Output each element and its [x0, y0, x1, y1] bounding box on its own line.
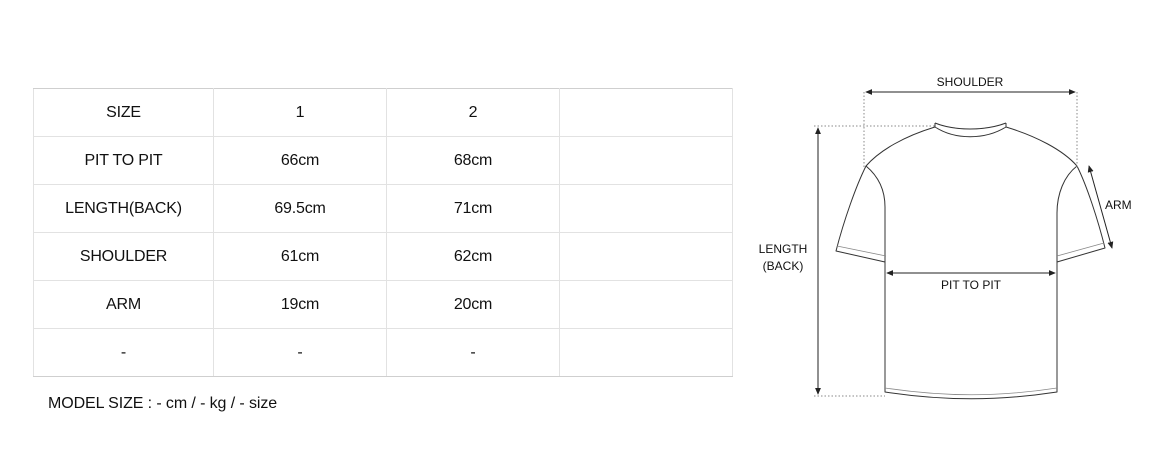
table-row: - - - [33, 328, 733, 377]
table-cell: 20cm [386, 280, 560, 329]
table-cell: 66cm [213, 136, 387, 185]
table-cell [559, 280, 733, 329]
table-cell: LENGTH(BACK) [33, 184, 214, 233]
table-cell [559, 136, 733, 185]
tshirt-measurement-diagram: SHOULDER ARM LENGTH (BACK) PIT TO PIT [759, 75, 1132, 400]
table-cell: 71cm [386, 184, 560, 233]
length-label: LENGTH [759, 242, 808, 256]
table-cell: 2 [386, 88, 560, 137]
table-row: ARM 19cm 20cm [33, 280, 733, 329]
table-cell: ARM [33, 280, 214, 329]
table-row: SHOULDER 61cm 62cm [33, 232, 733, 281]
table-row: PIT TO PIT 66cm 68cm [33, 136, 733, 185]
table-cell: 19cm [213, 280, 387, 329]
pit-to-pit-label: PIT TO PIT [941, 278, 1002, 292]
table-cell: SHOULDER [33, 232, 214, 281]
table-cell: 62cm [386, 232, 560, 281]
table-row: SIZE 1 2 [33, 88, 733, 137]
table-cell [559, 232, 733, 281]
table-cell: - [213, 328, 387, 377]
table-cell [559, 328, 733, 377]
table-cell: SIZE [33, 88, 214, 137]
table-cell: PIT TO PIT [33, 136, 214, 185]
hem-lines [836, 242, 1105, 396]
table-cell: 69.5cm [213, 184, 387, 233]
guide-lines [814, 92, 1078, 397]
table-row: LENGTH(BACK) 69.5cm 71cm [33, 184, 733, 233]
table-cell [559, 184, 733, 233]
table-cell: - [386, 328, 560, 377]
table-cell: 1 [213, 88, 387, 137]
table-cell [559, 88, 733, 137]
measurement-arrows [815, 89, 1114, 395]
length-label-back: (BACK) [763, 259, 804, 273]
table-cell: - [33, 328, 214, 377]
table-cell: 61cm [213, 232, 387, 281]
model-size-note: MODEL SIZE : - cm / - kg / - size [48, 395, 278, 412]
shoulder-label: SHOULDER [937, 75, 1004, 89]
arm-label: ARM [1105, 198, 1132, 212]
tshirt-outline [835, 122, 1106, 400]
table-cell: 68cm [386, 136, 560, 185]
size-table: SIZE 1 2 PIT TO PIT 66cm 68cm LENGTH(BAC… [33, 88, 733, 377]
